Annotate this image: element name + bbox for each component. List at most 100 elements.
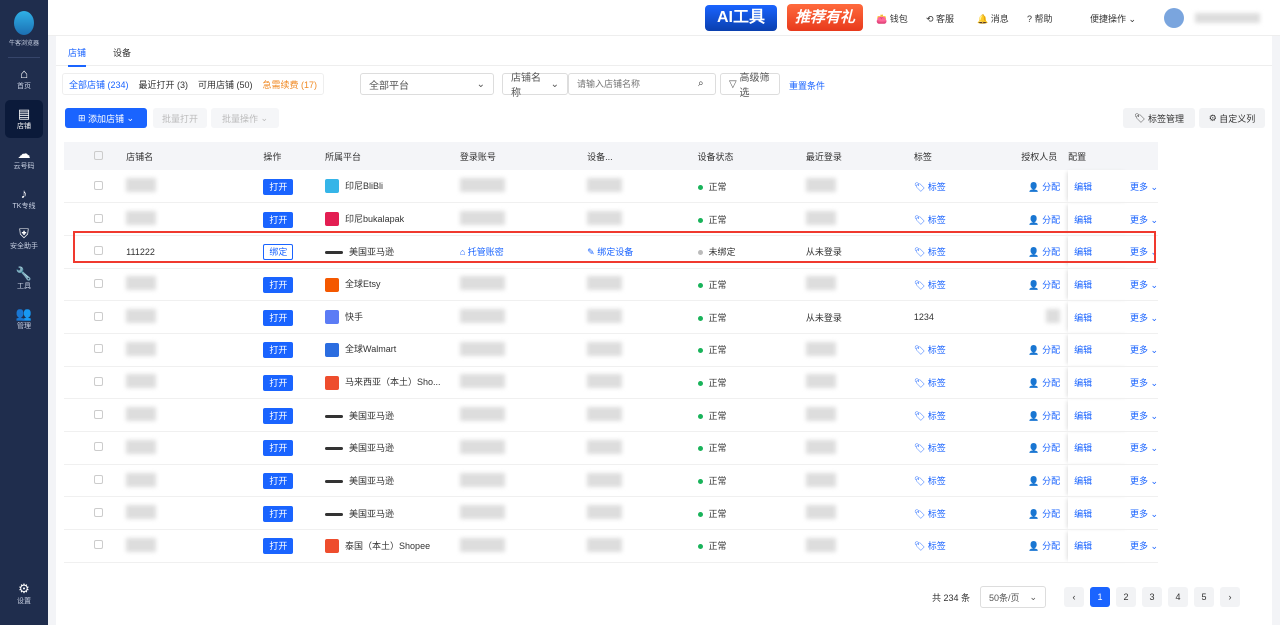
more-dropdown[interactable]: 更多 ⌄ — [1130, 280, 1158, 290]
sidebar-item-shield[interactable]: ⛨ 安全助手 — [5, 220, 43, 258]
filter-expiring[interactable]: 急需续费 (17) — [263, 78, 318, 91]
more-dropdown[interactable]: 更多 ⌄ — [1130, 378, 1158, 388]
batch-open-button[interactable]: 批量打开 — [153, 108, 207, 128]
more-dropdown[interactable]: 更多 ⌄ — [1130, 443, 1158, 453]
tag-link[interactable]: 🏷 标签 — [914, 280, 946, 290]
assign-link[interactable]: 👤 分配 — [1028, 215, 1060, 225]
tag-link[interactable]: 🏷 标签 — [914, 411, 946, 421]
page-button[interactable]: 5 — [1194, 587, 1214, 607]
edit-link[interactable]: 编辑 — [1074, 280, 1092, 290]
assign-link[interactable]: 👤 分配 — [1028, 280, 1060, 290]
tag-link[interactable]: 🏷 标签 — [914, 182, 946, 192]
row-checkbox[interactable] — [94, 278, 103, 288]
edit-link[interactable]: 编辑 — [1074, 247, 1092, 257]
assign-link[interactable]: 👤 分配 — [1028, 345, 1060, 355]
add-store-button[interactable]: ⊞ 添加店铺 ⌄ — [65, 108, 147, 128]
row-checkbox[interactable] — [94, 344, 103, 354]
assign-link[interactable]: 👤 分配 — [1028, 509, 1060, 519]
tab-devices[interactable]: 设备 — [113, 46, 131, 59]
more-dropdown[interactable]: 更多 ⌄ — [1130, 509, 1158, 519]
edit-link[interactable]: 编辑 — [1074, 509, 1092, 519]
row-checkbox[interactable] — [94, 475, 103, 485]
edit-link[interactable]: 编辑 — [1074, 476, 1092, 486]
bind-button[interactable]: 绑定 — [263, 244, 294, 261]
tag-link[interactable]: 🏷 标签 — [914, 443, 946, 453]
tag-link[interactable]: 🏷 标签 — [914, 476, 946, 486]
filter-recent[interactable]: 最近打开 (3) — [139, 78, 189, 91]
assign-link[interactable]: 👤 分配 — [1028, 247, 1060, 257]
row-checkbox[interactable] — [94, 213, 103, 223]
tag-link[interactable]: 🏷 标签 — [914, 215, 946, 225]
tag-link[interactable]: 🏷 标签 — [914, 247, 946, 257]
assign-link[interactable]: 👤 分配 — [1028, 443, 1060, 453]
edit-link[interactable]: 编辑 — [1074, 345, 1092, 355]
tag-link[interactable]: 🏷 标签 — [914, 378, 946, 388]
more-dropdown[interactable]: 更多 ⌄ — [1130, 313, 1158, 323]
page-button[interactable]: 2 — [1116, 587, 1136, 607]
open-button[interactable]: 打开 — [263, 309, 294, 326]
host-credentials-link[interactable]: ⌂ 托管账密 — [460, 247, 504, 257]
open-button[interactable]: 打开 — [263, 342, 294, 359]
edit-link[interactable]: 编辑 — [1074, 411, 1092, 421]
platform-select[interactable]: 全部平台 ⌄ — [360, 73, 494, 95]
open-button[interactable]: 打开 — [263, 211, 294, 228]
row-checkbox[interactable] — [94, 409, 103, 419]
edit-link[interactable]: 编辑 — [1074, 313, 1092, 323]
more-dropdown[interactable]: 更多 ⌄ — [1130, 182, 1158, 192]
filter-all[interactable]: 全部店铺 (234) — [69, 78, 129, 91]
more-dropdown[interactable]: 更多 ⌄ — [1130, 215, 1158, 225]
avatar[interactable] — [1164, 8, 1184, 28]
ai-tools-button[interactable]: AI工具 — [705, 5, 777, 31]
sidebar-item-tiktok[interactable]: ♪ TK专线 — [5, 180, 43, 218]
quick-actions-dropdown[interactable]: 便捷操作 ⌄ — [1090, 12, 1136, 25]
prev-page-button[interactable]: ‹ — [1064, 587, 1084, 607]
edit-link[interactable]: 编辑 — [1074, 215, 1092, 225]
tag-manage-button[interactable]: 🏷 标签管理 — [1123, 108, 1195, 128]
filter-available[interactable]: 可用店铺 (50) — [198, 78, 253, 91]
help-link[interactable]: ? 帮助 — [1027, 12, 1053, 25]
assign-link[interactable]: 👤 分配 — [1028, 541, 1060, 551]
sidebar-item-wrench[interactable]: 🔧 工具 — [5, 260, 43, 298]
custom-columns-button[interactable]: ⚙ 自定义列 — [1199, 108, 1265, 128]
select-all-checkbox[interactable] — [94, 150, 103, 160]
tag-link[interactable]: 🏷 标签 — [914, 541, 946, 551]
page-size-select[interactable]: 50条/页 ⌄ — [980, 586, 1046, 608]
edit-link[interactable]: 编辑 — [1074, 443, 1092, 453]
sidebar-item-store[interactable]: ▤ 店铺 — [5, 100, 43, 138]
page-button[interactable]: 1 — [1090, 587, 1110, 607]
row-checkbox[interactable] — [94, 311, 103, 321]
more-dropdown[interactable]: 更多 ⌄ — [1130, 411, 1158, 421]
open-button[interactable]: 打开 — [263, 505, 294, 522]
row-checkbox[interactable] — [94, 507, 103, 517]
open-button[interactable]: 打开 — [263, 374, 294, 391]
assign-link[interactable]: 👤 分配 — [1028, 182, 1060, 192]
row-checkbox[interactable] — [94, 442, 103, 452]
search-input[interactable] — [568, 73, 716, 95]
more-dropdown[interactable]: 更多 ⌄ — [1130, 541, 1158, 551]
batch-ops-button[interactable]: 批量操作 ⌄ — [211, 108, 279, 128]
assign-link[interactable]: 👤 分配 — [1028, 411, 1060, 421]
wallet-link[interactable]: 👛 钱包 — [876, 12, 908, 25]
open-button[interactable]: 打开 — [263, 473, 294, 490]
sidebar-item-users[interactable]: 👥 管理 — [5, 300, 43, 338]
edit-link[interactable]: 编辑 — [1074, 541, 1092, 551]
open-button[interactable]: 打开 — [263, 440, 294, 457]
bind-device-link[interactable]: ✎ 绑定设备 — [587, 247, 633, 257]
edit-link[interactable]: 编辑 — [1074, 378, 1092, 388]
row-checkbox[interactable] — [94, 376, 103, 386]
search-icon[interactable]: ⌕ — [698, 78, 704, 89]
page-button[interactable]: 4 — [1168, 587, 1188, 607]
sidebar-item-cloud[interactable]: ☁ 云号码 — [5, 140, 43, 178]
more-dropdown[interactable]: 更多 ⌄ — [1130, 476, 1158, 486]
service-link[interactable]: ⟲ 客服 — [926, 12, 954, 25]
referral-button[interactable]: 推荐有礼 — [787, 4, 863, 31]
open-button[interactable]: 打开 — [263, 538, 294, 555]
more-dropdown[interactable]: 更多 ⌄ — [1130, 345, 1158, 355]
tab-stores[interactable]: 店铺 — [68, 46, 87, 67]
more-dropdown[interactable]: 更多 ⌄ — [1130, 247, 1158, 257]
open-button[interactable]: 打开 — [263, 407, 294, 424]
row-checkbox[interactable] — [94, 246, 103, 256]
sidebar-item-settings[interactable]: ⚙ 设置 — [5, 575, 43, 613]
search-field-select[interactable]: 店铺名称 ⌄ — [502, 73, 568, 99]
tag-link[interactable]: 🏷 标签 — [914, 509, 946, 519]
